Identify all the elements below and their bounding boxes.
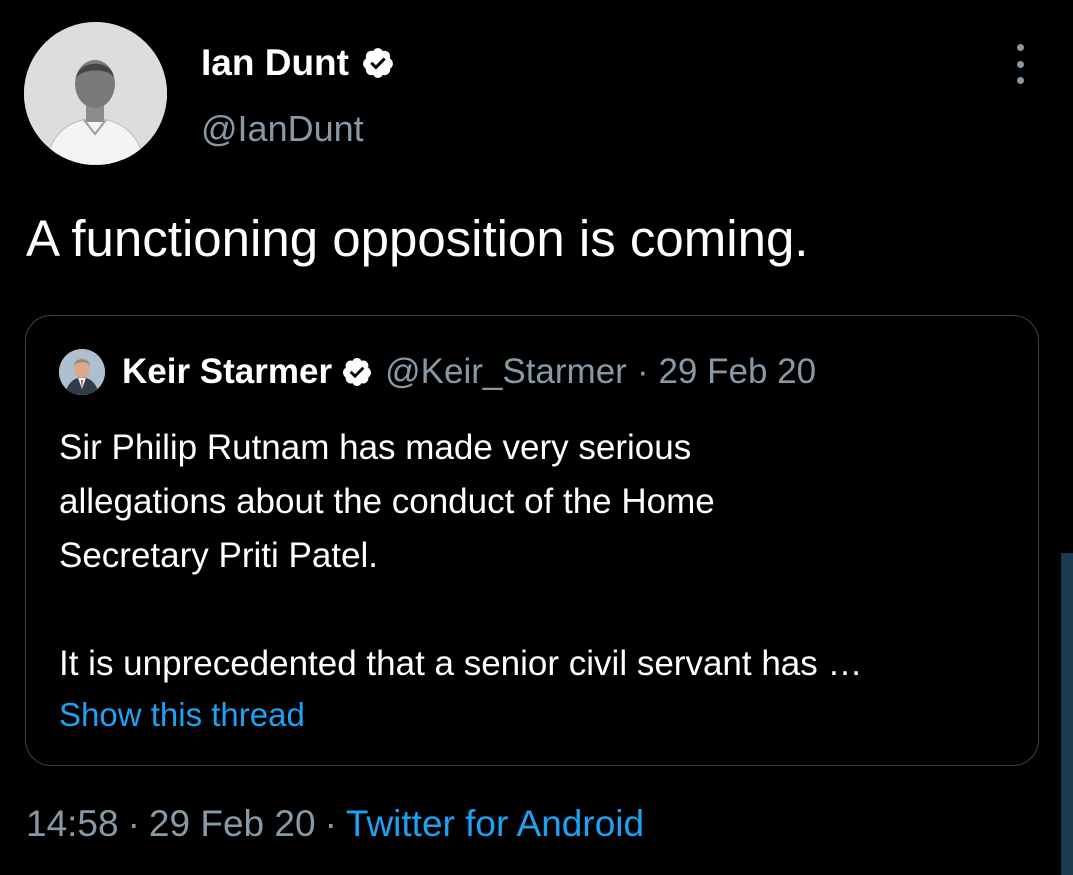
separator-dot: · bbox=[324, 803, 337, 844]
avatar-photo bbox=[59, 349, 105, 395]
verified-badge-icon bbox=[361, 46, 395, 80]
author-name[interactable]: Ian Dunt bbox=[201, 40, 395, 86]
quoted-tweet-body: Sir Philip Rutnam has made very serious … bbox=[59, 421, 1019, 691]
more-dot bbox=[1016, 77, 1024, 84]
more-dot bbox=[1016, 44, 1024, 51]
more-vertical-icon[interactable] bbox=[1003, 44, 1037, 84]
tweet: Ian Dunt @IanDunt A functioning oppositi… bbox=[0, 0, 1073, 875]
show-thread-link[interactable]: Show this thread bbox=[59, 696, 305, 734]
scrollbar-thumb[interactable] bbox=[1061, 553, 1073, 875]
author-avatar[interactable] bbox=[24, 22, 167, 165]
quoted-author-handle: @Keir_Starmer bbox=[385, 352, 627, 391]
author-name-text: Ian Dunt bbox=[201, 42, 349, 83]
quoted-author-name: Keir Starmer bbox=[122, 352, 333, 391]
quoted-tweet-card[interactable]: Keir Starmer @Keir_Starmer · 29 Feb 20 S… bbox=[25, 315, 1039, 766]
quoted-tweet-header: Keir Starmer @Keir_Starmer · 29 Feb 20 bbox=[59, 349, 816, 395]
quoted-body-line: It is unprecedented that a senior civil … bbox=[59, 644, 863, 683]
more-dot bbox=[1016, 60, 1024, 68]
quoted-body-line: Secretary Priti Patel. bbox=[59, 536, 378, 575]
separator-dot: · bbox=[127, 803, 140, 844]
tweet-time: 14:58 bbox=[26, 803, 119, 844]
author-handle[interactable]: @IanDunt bbox=[201, 107, 364, 151]
avatar-photo bbox=[24, 22, 167, 165]
tweet-meta: 14:58 · 29 Feb 20 · Twitter for Android bbox=[26, 800, 644, 848]
tweet-date: 29 Feb 20 bbox=[148, 803, 316, 844]
quoted-body-line: Sir Philip Rutnam has made very serious bbox=[59, 428, 692, 467]
quoted-tweet-date: 29 Feb 20 bbox=[658, 352, 817, 391]
quoted-author-avatar bbox=[59, 349, 105, 395]
separator-dot: · bbox=[636, 352, 649, 391]
tweet-source-link[interactable]: Twitter for Android bbox=[346, 803, 644, 844]
verified-badge-icon bbox=[341, 356, 373, 388]
tweet-text: A functioning opposition is coming. bbox=[26, 210, 809, 267]
quoted-body-line: allegations about the conduct of the Hom… bbox=[59, 482, 715, 521]
